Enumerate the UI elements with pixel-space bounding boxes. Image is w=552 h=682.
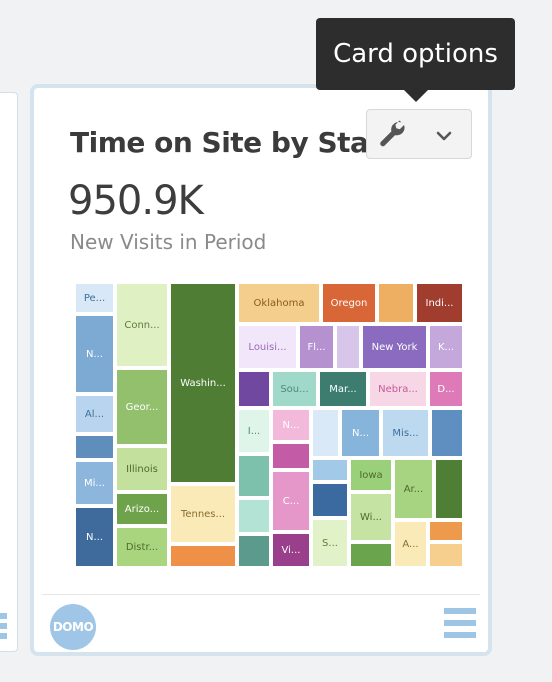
treemap-cell[interactable]: Illinois <box>115 446 169 492</box>
card-options-tooltip: Card options <box>316 18 515 90</box>
treemap-cell[interactable] <box>335 324 361 370</box>
chevron-down-icon <box>436 131 452 141</box>
treemap-cell[interactable] <box>237 534 271 568</box>
treemap-cell[interactable]: New York <box>361 324 428 370</box>
card-footer-divider <box>42 594 480 595</box>
treemap-cell[interactable]: Mi... <box>74 460 115 506</box>
treemap-cell[interactable]: N... <box>74 506 115 568</box>
treemap-cell[interactable] <box>271 442 311 470</box>
treemap-cell[interactable]: Conn... <box>115 282 169 368</box>
treemap-cell[interactable] <box>311 458 349 482</box>
treemap-cell[interactable]: Sou... <box>271 370 318 408</box>
treemap-cell[interactable] <box>434 458 464 520</box>
summary-label: New Visits in Period <box>70 230 267 254</box>
treemap-cell[interactable] <box>169 544 237 568</box>
treemap-cell[interactable]: K... <box>428 324 464 370</box>
treemap-cell[interactable]: Vi... <box>271 532 311 568</box>
treemap-cell[interactable]: N... <box>74 314 115 394</box>
treemap-cell[interactable]: Mis... <box>381 408 430 458</box>
state-treemap: Pe... N... Al... Mi... N... Conn... Geor… <box>74 282 464 568</box>
treemap-cell[interactable]: N... <box>340 408 381 458</box>
treemap-cell[interactable]: Iowa <box>349 458 393 492</box>
treemap-cell[interactable] <box>311 408 340 458</box>
adjacent-card <box>0 92 18 652</box>
treemap-cell[interactable]: Indi... <box>415 282 464 324</box>
treemap-cell[interactable]: D... <box>428 370 464 408</box>
card-options-button[interactable] <box>366 109 472 159</box>
treemap-cell[interactable]: Al... <box>74 394 115 434</box>
card-title[interactable]: Time on Site by State <box>70 126 366 159</box>
treemap-cell[interactable] <box>377 282 415 324</box>
wrench-icon <box>380 120 405 147</box>
treemap-cell[interactable]: Distr... <box>115 526 169 568</box>
treemap-cell[interactable]: N... <box>271 408 311 442</box>
time-on-site-card[interactable]: Time on Site by State 950.9K New Visits … <box>30 84 492 656</box>
summary-value: 950.9K <box>68 178 204 224</box>
domo-logo[interactable]: DOMO <box>50 604 96 650</box>
treemap-cell[interactable]: Pe... <box>74 282 115 314</box>
treemap-cell[interactable]: I... <box>237 408 271 454</box>
treemap-cell[interactable]: Nebra... <box>368 370 428 408</box>
card-body: Time on Site by State 950.9K New Visits … <box>38 92 484 650</box>
treemap-cell[interactable]: A... <box>393 520 428 568</box>
treemap-cell[interactable] <box>430 408 464 458</box>
treemap-cell[interactable]: Tennes... <box>169 484 237 544</box>
treemap-cell[interactable] <box>311 482 349 518</box>
treemap-cell[interactable]: Oklahoma <box>237 282 321 324</box>
treemap-cell[interactable]: Mar... <box>318 370 368 408</box>
treemap-cell[interactable]: Fl... <box>298 324 335 370</box>
adjacent-list-icon[interactable] <box>0 613 7 639</box>
treemap-cell[interactable]: Oregon <box>321 282 377 324</box>
treemap-cell[interactable]: Washin... <box>169 282 237 484</box>
treemap-cell[interactable] <box>237 370 271 408</box>
treemap-cell[interactable] <box>349 542 393 568</box>
treemap-cell[interactable]: Arizo... <box>115 492 169 526</box>
treemap-cell[interactable]: Louisi... <box>237 324 298 370</box>
treemap-cell[interactable] <box>74 434 115 460</box>
treemap-cell[interactable] <box>237 498 271 534</box>
treemap-cell[interactable] <box>428 520 464 542</box>
treemap-cell[interactable]: C... <box>271 470 311 532</box>
treemap-cell[interactable]: Wi... <box>349 492 393 542</box>
treemap-cell[interactable]: S... <box>311 518 349 568</box>
treemap-cell[interactable]: Ar... <box>393 458 434 520</box>
tooltip-arrow <box>404 90 428 102</box>
list-view-icon[interactable] <box>436 608 476 638</box>
treemap-cell[interactable] <box>428 542 464 568</box>
treemap-cell[interactable]: Geor... <box>115 368 169 446</box>
treemap-cell[interactable] <box>237 454 271 498</box>
